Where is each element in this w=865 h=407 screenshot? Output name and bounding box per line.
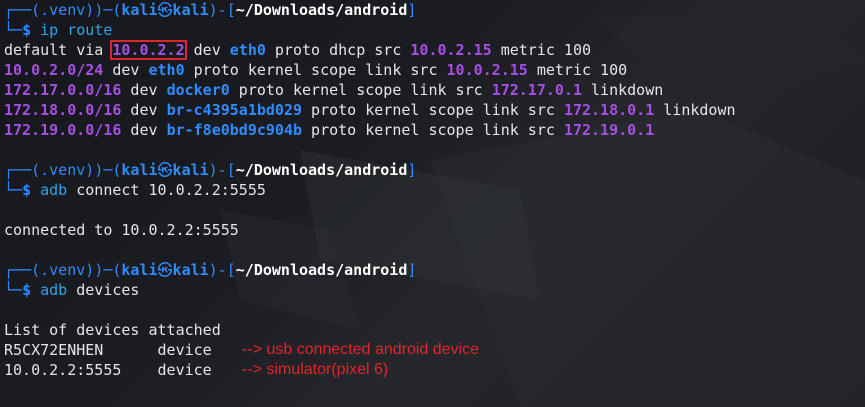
- route-line: 10.0.2.0/24 dev eth0 proto kernel scope …: [4, 61, 628, 79]
- route-line: 172.19.0.0/16 dev br-f8e0bd9c904b proto …: [4, 121, 655, 139]
- kali-skull-icon: ㉿: [157, 261, 173, 279]
- highlight-box: 10.0.2.2: [110, 40, 187, 60]
- annotation-label: --> simulator(pixel 6): [242, 361, 389, 378]
- route-line: default via 10.0.2.2 dev eth0 proto dhcp…: [4, 40, 592, 60]
- command-line: └─$ adb devices: [4, 281, 140, 299]
- route-line: 172.18.0.0/16 dev br-c4395a1bd029 proto …: [4, 101, 736, 119]
- annotation-label: --> usb connected android device: [242, 341, 480, 358]
- device-row: 10.0.2.2:5555 device --> simulator(pixel …: [4, 361, 389, 379]
- terminal-window[interactable]: ┌──(.venv))─(kali㉿kali)-[~/Downloads/and…: [4, 0, 861, 407]
- prompt-line: ┌──(.venv))─(kali㉿kali)-[~/Downloads/and…: [4, 161, 417, 179]
- prompt-line: ┌──(.venv))─(kali㉿kali)-[~/Downloads/and…: [4, 1, 417, 19]
- prompt-line: ┌──(.venv))─(kali㉿kali)-[~/Downloads/and…: [4, 261, 417, 279]
- connect-output: connected to 10.0.2.2:5555: [4, 221, 239, 239]
- device-row: R5CX72ENHEN device --> usb connected andr…: [4, 341, 480, 359]
- kali-skull-icon: ㉿: [157, 1, 173, 19]
- command-line: └─$ adb connect 10.0.2.2:5555: [4, 181, 266, 199]
- devices-header: List of devices attached: [4, 321, 221, 339]
- kali-skull-icon: ㉿: [157, 161, 173, 179]
- route-line: 172.17.0.0/16 dev docker0 proto kernel s…: [4, 81, 664, 99]
- command-line: └─$ ip route: [4, 21, 113, 39]
